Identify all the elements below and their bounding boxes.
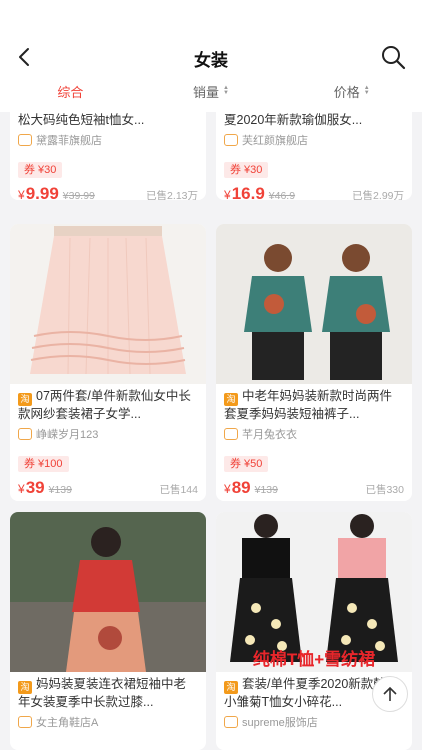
page-title: 女装 [194, 51, 228, 70]
sort-tab-comprehensive[interactable]: 综合 [0, 76, 141, 106]
store-icon [224, 428, 238, 440]
sold-count: 已售330 [365, 484, 404, 496]
coupon-badge: 券 ¥50 [224, 456, 269, 472]
product-card[interactable]: 天黛露菲2020夏季新款韩版宽松大码纯色短袖t恤女... 黛露菲旗舰店 券 ¥3… [10, 106, 206, 200]
coupon-badge: 券 ¥100 [18, 456, 69, 472]
currency-symbol: ¥ [224, 188, 231, 200]
product-image [216, 224, 412, 384]
currency-symbol: ¥ [18, 188, 25, 200]
store-name: 芊月兔衣衣 [242, 429, 297, 441]
store-name: supreme服饰店 [242, 717, 318, 729]
currency-symbol: ¥ [18, 482, 25, 496]
search-button[interactable] [378, 42, 408, 72]
price: 9.99 [25, 184, 59, 200]
sort-tab-price[interactable]: 价格 ▲ ▼ [281, 76, 422, 106]
product-title: 中老年妈妈装新款时尚两件套夏季妈妈装短袖裤子... [224, 389, 393, 421]
sold-count: 已售2.13万 [146, 190, 198, 200]
product-image [10, 224, 206, 384]
top-bar: 女装 综合 销量 ▲ ▼ 价格 ▲ ▼ [0, 0, 422, 112]
store-icon [18, 716, 32, 728]
store-name: 女主角鞋店A [36, 717, 99, 729]
product-title: 妈妈装夏装连衣裙短袖中老年女装夏季中长款过膝... [18, 677, 187, 709]
taobao-icon: 淘 [18, 681, 32, 694]
sort-tab-sales[interactable]: 销量 ▲ ▼ [141, 76, 282, 106]
price: 39 [25, 478, 45, 497]
store-name: 峥嵘岁月123 [36, 429, 99, 441]
product-image [10, 512, 206, 672]
product-card[interactable]: 淘 07两件套/单件新款仙女中长款网纱套装裙子女学... 峥嵘岁月123 券 ¥1… [10, 224, 206, 501]
store-icon [18, 428, 32, 440]
store-name: 黛露菲旗舰店 [36, 135, 102, 147]
product-card[interactable]: 纯棉T恤+雪纺裙 淘套装/单件夏季2020新款韩版小雏菊T恤女小碎花... su… [216, 512, 412, 750]
product-card[interactable]: 天小雏菊连中长运动套装女春夏2020年新款瑜伽服女... 芙红颜旗舰店 券 ¥3… [216, 106, 412, 200]
coupon-badge: 券 ¥30 [18, 162, 63, 178]
sort-arrows-icon: ▲ ▼ [363, 85, 370, 96]
store-icon [224, 716, 238, 728]
product-image: 纯棉T恤+雪纺裙 [216, 512, 412, 672]
taobao-icon: 淘 [224, 393, 238, 406]
original-price: ¥139 [48, 484, 72, 496]
product-card[interactable]: 淘中老年妈妈装新款时尚两件套夏季妈妈装短袖裤子... 芊月兔衣衣 券 ¥50 ¥… [216, 224, 412, 501]
taobao-icon: 淘 [18, 393, 32, 406]
arrow-up-icon [383, 686, 397, 701]
back-to-top-button[interactable] [372, 676, 408, 712]
store-icon [18, 134, 32, 146]
currency-symbol: ¥ [224, 482, 231, 496]
image-banner: 纯棉T恤+雪纺裙 [252, 650, 376, 669]
product-title: 07两件套/单件新款仙女中长款网纱套装裙子女学... [18, 389, 191, 421]
sort-arrows-icon: ▲ ▼ [223, 85, 229, 96]
sort-bar: 综合 销量 ▲ ▼ 价格 ▲ ▼ [0, 76, 422, 106]
store-icon [224, 134, 238, 146]
product-card[interactable]: 淘妈妈装夏装连衣裙短袖中老年女装夏季中长款过膝... 女主角鞋店A [10, 512, 206, 750]
sold-count: 已售2.99万 [352, 190, 404, 200]
original-price: ¥139 [254, 484, 278, 496]
price: 16.9 [231, 184, 265, 200]
product-grid: 天黛露菲2020夏季新款韩版宽松大码纯色短袖t恤女... 黛露菲旗舰店 券 ¥3… [0, 106, 422, 750]
original-price: ¥46.9 [268, 190, 296, 200]
store-name: 芙红颜旗舰店 [242, 135, 308, 147]
original-price: ¥39.99 [62, 190, 95, 200]
price: 89 [231, 478, 251, 497]
sold-count: 已售144 [159, 484, 198, 496]
coupon-badge: 券 ¥30 [224, 162, 269, 178]
taobao-icon: 淘 [224, 681, 238, 694]
search-icon [382, 46, 406, 70]
